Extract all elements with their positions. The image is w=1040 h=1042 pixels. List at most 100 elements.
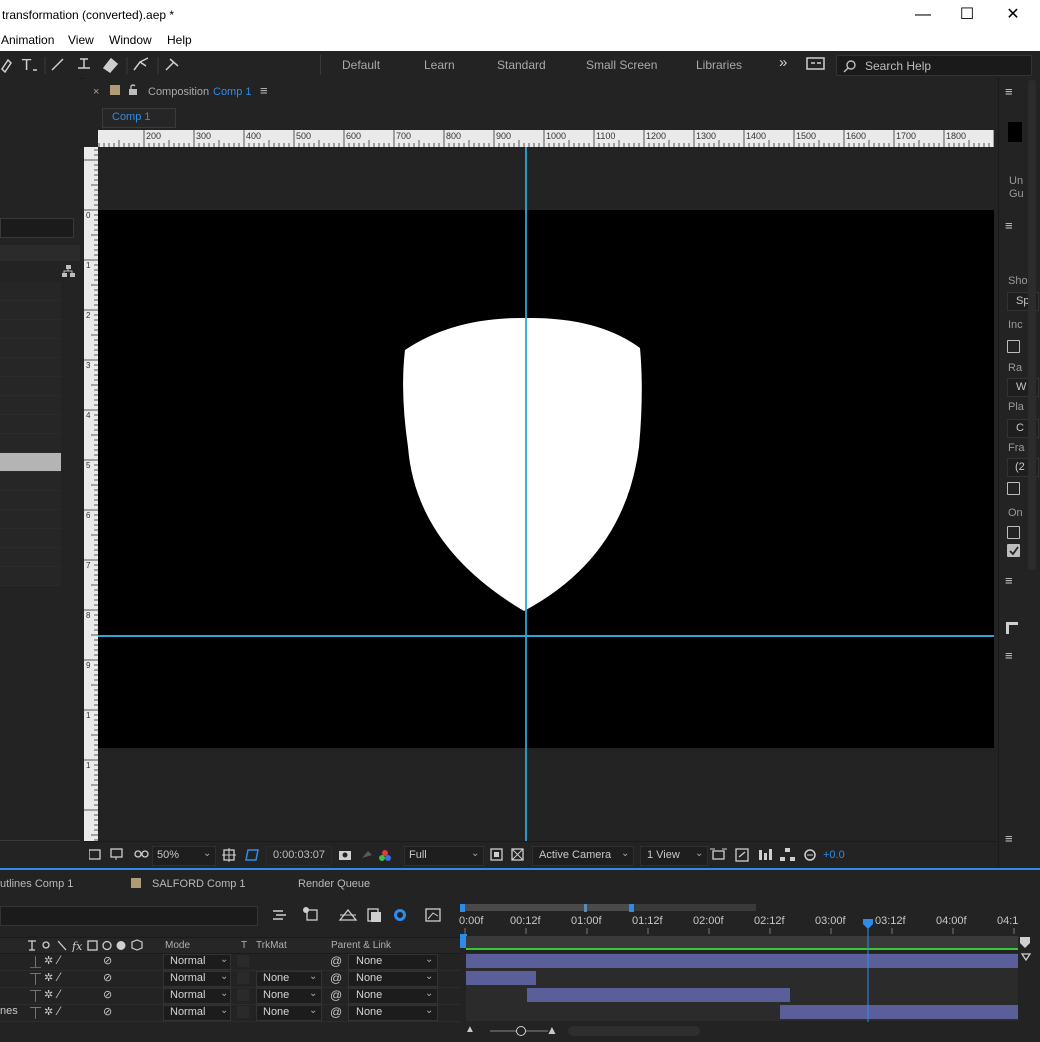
layer-duration-bar[interactable] xyxy=(527,988,790,1002)
composition-name-link[interactable]: Comp 1 xyxy=(213,86,252,98)
preserve-transparency-toggle[interactable] xyxy=(237,972,249,984)
project-row[interactable] xyxy=(0,434,61,453)
project-row[interactable] xyxy=(0,529,61,548)
layer-duration-bar[interactable] xyxy=(780,1005,1018,1019)
panel-menu-icon[interactable]: ≡ xyxy=(1005,218,1013,233)
workspace-learn[interactable]: Learn xyxy=(424,58,455,72)
layer-duration-bar[interactable] xyxy=(466,971,536,985)
work-area-range[interactable] xyxy=(462,904,632,911)
current-time-display[interactable]: 0:00:03:07 xyxy=(266,846,332,866)
snapshot-channel-icons[interactable] xyxy=(338,848,398,862)
layer-parent-dropdown[interactable]: None ⌄ xyxy=(348,954,438,970)
layer-duration-bar[interactable] xyxy=(466,954,1018,968)
zoom-out-icon[interactable]: ▲ xyxy=(465,1024,475,1035)
search-help-field[interactable]: Search Help xyxy=(836,55,1032,76)
project-row-selected[interactable] xyxy=(0,453,61,472)
current-time-indicator[interactable] xyxy=(862,918,874,1022)
menu-window[interactable]: Window xyxy=(109,33,152,47)
preserve-transparency-toggle[interactable] xyxy=(237,955,249,967)
quality-switch-icon[interactable]: ⁄ xyxy=(58,953,60,967)
menu-view[interactable]: View xyxy=(68,33,94,47)
close-tab-icon[interactable]: × xyxy=(93,86,99,98)
shy-switch-icon[interactable]: ⏊ xyxy=(30,954,41,970)
right-panel-scrollbar[interactable] xyxy=(1028,80,1036,570)
checkbox[interactable] xyxy=(1007,482,1020,495)
motion-blur-switch-icon[interactable]: ⊘ xyxy=(103,988,112,1001)
layer-parent-dropdown[interactable]: None ⌄ xyxy=(348,1005,438,1021)
workspace-standard[interactable]: Standard xyxy=(497,58,546,72)
project-row[interactable] xyxy=(0,472,61,491)
project-row[interactable] xyxy=(0,377,61,396)
zoom-in-icon[interactable]: ▲ xyxy=(546,1023,558,1037)
collapse-switch-icon[interactable]: ✲ xyxy=(44,988,53,1001)
project-row[interactable] xyxy=(0,358,61,377)
exposure-value[interactable]: +0.0 xyxy=(823,849,845,861)
workspace-default[interactable]: Default xyxy=(342,58,380,72)
timeline-tab-outlines-comp[interactable]: utlines Comp 1 xyxy=(0,878,73,890)
close-button[interactable]: ✕ xyxy=(990,0,1036,30)
layer-name[interactable]: nes xyxy=(0,1005,18,1017)
pick-whip-icon[interactable]: @ xyxy=(330,954,342,968)
color-swatch[interactable] xyxy=(1008,122,1022,142)
checkbox[interactable] xyxy=(1007,526,1020,539)
collapse-switch-icon[interactable]: ✲ xyxy=(44,954,53,967)
view-layout-dropdown[interactable]: 1 View ⌄ xyxy=(640,846,708,866)
layer-search-input[interactable] xyxy=(0,906,258,926)
project-row[interactable] xyxy=(0,320,61,339)
preserve-transparency-toggle[interactable] xyxy=(237,989,249,1001)
layer-mode-dropdown[interactable]: Normal ⌄ xyxy=(163,988,231,1004)
timeline-zoom-bar[interactable]: ▲ ▲ xyxy=(460,1023,1020,1038)
project-row[interactable] xyxy=(0,510,61,529)
layer-trkmat-dropdown[interactable]: None ⌄ xyxy=(256,1005,322,1021)
motion-blur-switch-icon[interactable]: ⊘ xyxy=(103,971,112,984)
shy-switch-icon[interactable]: ⏉ xyxy=(30,971,41,987)
menu-help[interactable]: Help xyxy=(167,33,192,47)
layer-parent-dropdown[interactable]: None ⌄ xyxy=(348,988,438,1004)
workspace-overflow-icon[interactable]: » xyxy=(779,54,787,71)
project-row[interactable] xyxy=(0,301,61,320)
preview-toggles-icon[interactable] xyxy=(89,848,155,862)
camera-dropdown[interactable]: Active Camera ⌄ xyxy=(532,846,634,866)
checkbox[interactable] xyxy=(1007,340,1020,353)
menu-animation[interactable]: Animation xyxy=(1,33,54,47)
region-grid-icons[interactable] xyxy=(222,847,262,863)
work-area-end-handle[interactable] xyxy=(629,904,634,912)
timeline-scrollbar[interactable] xyxy=(568,1026,700,1036)
workspace-settings-icon[interactable] xyxy=(806,57,826,71)
motion-blur-switch-icon[interactable]: ⊘ xyxy=(103,954,112,967)
project-row[interactable] xyxy=(0,415,61,434)
work-area-start-handle[interactable] xyxy=(460,904,465,912)
layer-row[interactable]: ⏉ ✲ ⁄ ⊘ Normal ⌄ None ⌄ @ None ⌄ xyxy=(0,970,460,988)
project-search-input[interactable] xyxy=(0,218,74,238)
project-row[interactable] xyxy=(0,567,61,586)
zoom-dropdown[interactable]: 50% ⌄ xyxy=(152,846,216,866)
collapse-switch-icon[interactable]: ✲ xyxy=(44,1005,53,1018)
project-flowchart-icon[interactable] xyxy=(62,264,76,278)
maximize-button[interactable]: ☐ xyxy=(944,0,990,30)
minimize-button[interactable]: — xyxy=(900,0,946,30)
panel-menu-icon[interactable]: ≡ xyxy=(1005,648,1013,663)
project-row[interactable] xyxy=(0,548,61,567)
work-area-bar[interactable] xyxy=(460,904,1018,914)
preserve-transparency-toggle[interactable] xyxy=(237,1006,249,1018)
vertical-ruler[interactable]: 0 1 2 3 4 5 6 7 8 9 1 1 xyxy=(84,147,98,841)
shy-switch-icon[interactable]: ⏉ xyxy=(30,1005,41,1021)
timeline-switch-icons[interactable] xyxy=(270,906,446,924)
timeline-tab-salford-comp[interactable]: SALFORD Comp 1 xyxy=(152,878,246,890)
project-row[interactable] xyxy=(0,282,61,301)
project-row[interactable] xyxy=(0,339,61,358)
label-color-swatch[interactable] xyxy=(110,85,120,95)
panel-menu-icon[interactable]: ≡ xyxy=(1005,573,1013,588)
project-row[interactable] xyxy=(0,491,61,510)
workspace-libraries[interactable]: Libraries xyxy=(696,58,742,72)
layer-mode-dropdown[interactable]: Normal ⌄ xyxy=(163,1005,231,1021)
zoom-slider-thumb[interactable] xyxy=(516,1026,526,1036)
checkbox-checked[interactable] xyxy=(1007,544,1020,557)
comp-end-markers[interactable] xyxy=(1018,936,1036,966)
layer-trkmat-dropdown[interactable]: None ⌄ xyxy=(256,971,322,987)
project-row[interactable] xyxy=(0,396,61,415)
timeline-tab-render-queue[interactable]: Render Queue xyxy=(298,878,370,890)
panel-menu-icon[interactable]: ≡ xyxy=(260,83,268,98)
quality-switch-icon[interactable]: ⁄ xyxy=(58,987,60,1001)
panel-menu-icon[interactable]: ≡ xyxy=(1005,84,1013,99)
